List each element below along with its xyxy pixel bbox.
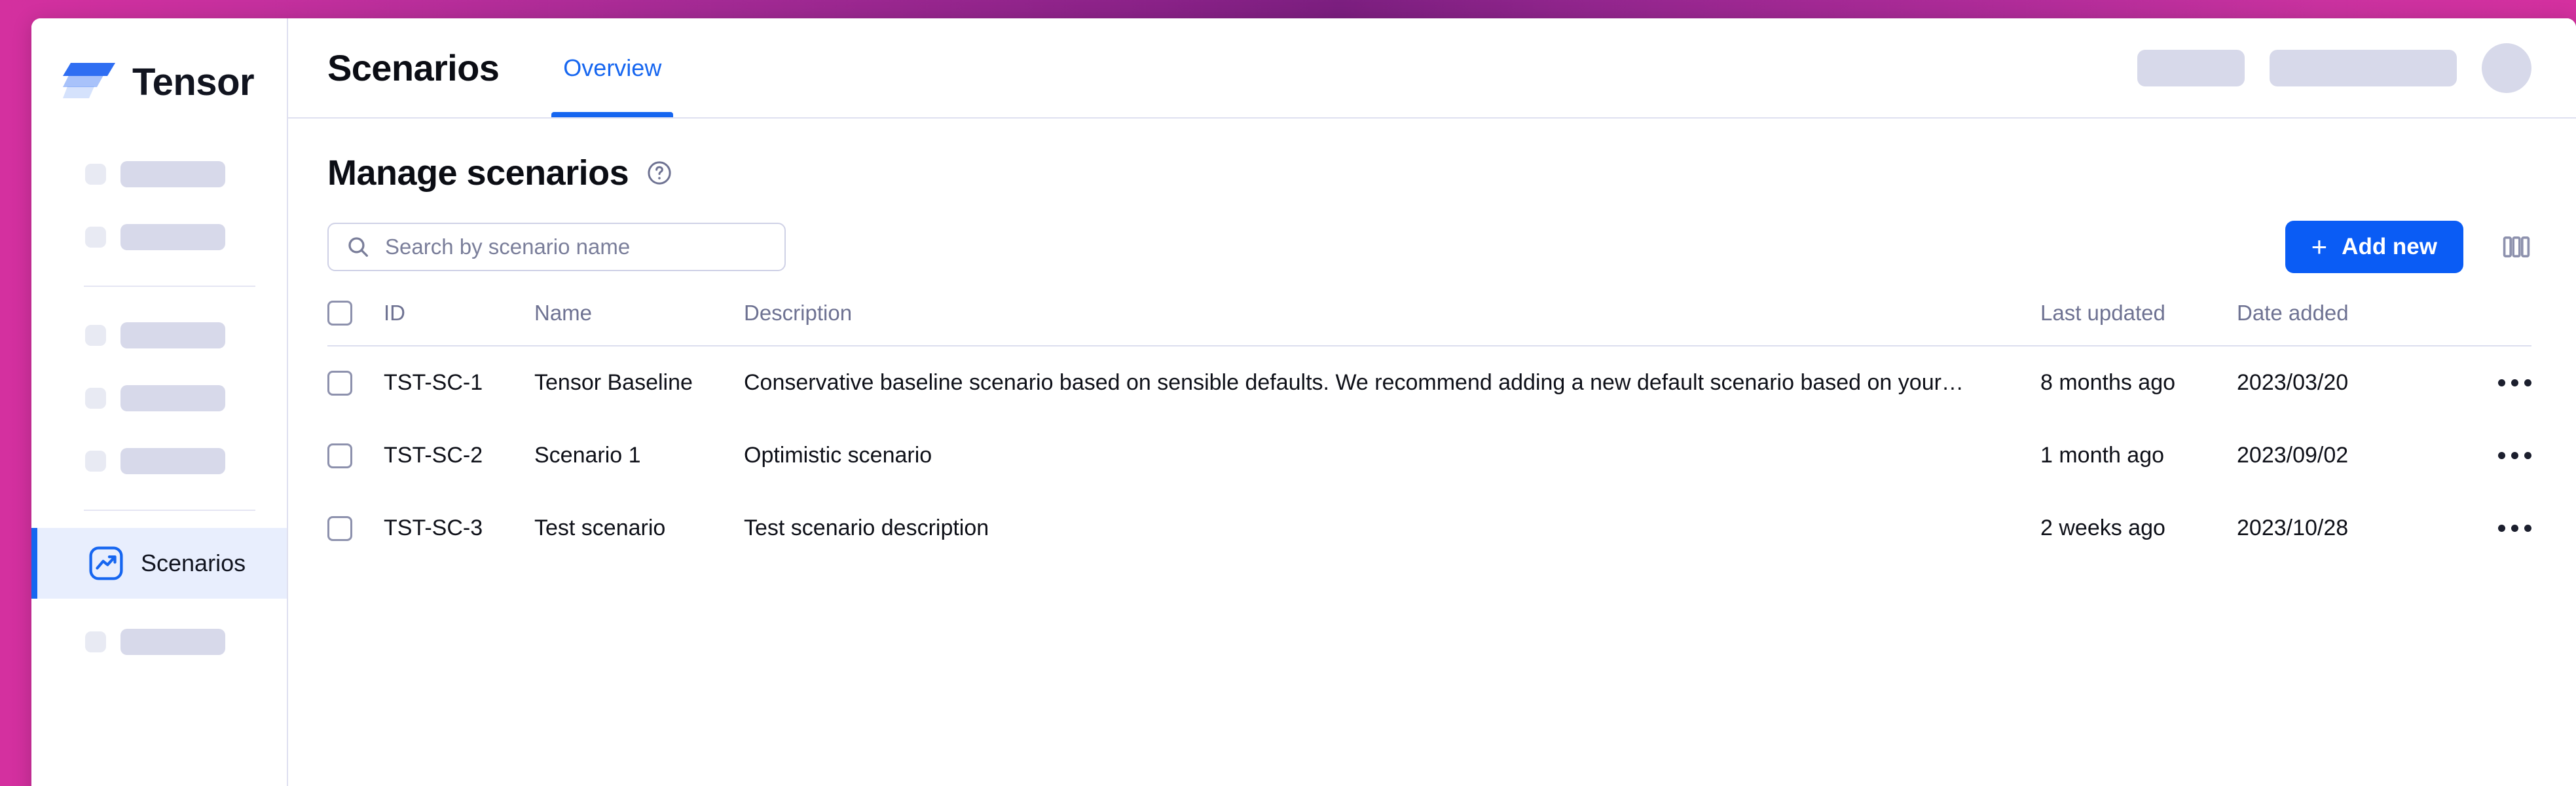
row-checkbox[interactable] — [327, 443, 352, 468]
cell-last-updated: 1 month ago — [2040, 443, 2165, 468]
question-mark-circle-icon[interactable] — [646, 159, 673, 187]
placeholder-icon — [85, 451, 106, 472]
placeholder-label — [120, 161, 225, 187]
cell-name: Test scenario — [534, 515, 666, 540]
search-icon — [348, 237, 368, 257]
tab-bar: Overview — [551, 18, 674, 117]
table-toolbar: + Add new — [327, 221, 2531, 273]
sidebar-placeholder-item[interactable] — [31, 143, 287, 206]
row-checkbox[interactable] — [327, 515, 352, 541]
search-box[interactable] — [327, 223, 786, 271]
cell-last-updated: 2 weeks ago — [2040, 515, 2165, 540]
cell-id: TST-SC-1 — [384, 370, 483, 395]
sidebar-placeholder-item[interactable] — [31, 304, 287, 367]
columns-toggle-icon[interactable] — [2501, 232, 2531, 262]
cell-date-added: 2023/10/28 — [2237, 515, 2349, 540]
table-body: TST-SC-1 Tensor Baseline Conservative ba… — [327, 346, 2531, 565]
table-row[interactable]: TST-SC-2 Scenario 1 Optimistic scenario … — [327, 419, 2531, 492]
column-header-actions — [2453, 301, 2531, 346]
column-header-id[interactable]: ID — [384, 301, 534, 346]
cell-id: TST-SC-3 — [384, 515, 483, 540]
tensor-layers-logo-icon — [63, 63, 115, 98]
select-all-cell — [327, 301, 384, 346]
table-header-row: ID Name Description Last updated Date ad… — [327, 301, 2531, 346]
placeholder-label — [120, 385, 225, 411]
sidebar-item-scenarios[interactable]: Scenarios — [31, 528, 287, 599]
cell-description: Conservative baseline scenario based on … — [744, 370, 1964, 395]
column-header-last-updated[interactable]: Last updated — [2040, 301, 2237, 346]
topbar-placeholder-button[interactable] — [2270, 49, 2457, 86]
column-header-name[interactable]: Name — [534, 301, 744, 346]
placeholder-icon — [85, 388, 106, 409]
app-window: Tensor Scenarios Scenarios Overview Mana… — [31, 18, 2576, 786]
more-options-icon[interactable] — [2453, 525, 2531, 532]
toolbar-actions: + Add new — [2285, 221, 2531, 273]
brand[interactable]: Tensor — [31, 50, 287, 114]
avatar[interactable] — [2482, 43, 2531, 93]
table-row[interactable]: TST-SC-1 Tensor Baseline Conservative ba… — [327, 346, 2531, 419]
cell-id: TST-SC-2 — [384, 443, 483, 468]
content-area: Manage scenarios + — [288, 119, 2576, 786]
search-input[interactable] — [385, 234, 767, 259]
sidebar-item-label: Scenarios — [141, 550, 246, 576]
sidebar-nav-bottom — [31, 599, 287, 673]
trending-up-chart-icon — [89, 546, 123, 580]
placeholder-label — [120, 629, 225, 655]
select-all-checkbox[interactable] — [327, 301, 352, 326]
add-new-button[interactable]: + Add new — [2285, 221, 2463, 273]
sidebar-placeholder-item[interactable] — [31, 367, 287, 430]
placeholder-icon — [85, 325, 106, 346]
cell-actions — [2453, 419, 2531, 492]
table-header: ID Name Description Last updated Date ad… — [327, 301, 2531, 346]
sidebar-divider — [84, 286, 255, 287]
more-options-icon[interactable] — [2453, 452, 2531, 459]
main-area: Scenarios Overview Manage scenarios Sear… — [288, 18, 2576, 786]
cell-date-added: 2023/03/20 — [2237, 370, 2349, 395]
cell-date-added: 2023/09/02 — [2237, 443, 2349, 468]
cell-description: Optimistic scenario — [744, 443, 932, 468]
add-new-label: Add new — [2342, 234, 2437, 259]
topbar-placeholder-button[interactable] — [2137, 49, 2245, 86]
cell-name: Tensor Baseline — [534, 370, 693, 395]
table-row[interactable]: TST-SC-3 Test scenario Test scenario des… — [327, 492, 2531, 565]
column-header-date-added[interactable]: Date added — [2237, 301, 2453, 346]
sidebar: Tensor Scenarios — [31, 18, 288, 786]
sidebar-placeholder-item[interactable] — [31, 610, 287, 673]
page-heading-row: Manage scenarios — [327, 153, 2531, 193]
cell-name: Scenario 1 — [534, 443, 641, 468]
placeholder-label — [120, 448, 225, 474]
sidebar-placeholder-item[interactable] — [31, 206, 287, 269]
row-select-cell — [327, 492, 384, 565]
plus-icon: + — [2311, 231, 2328, 262]
sidebar-placeholder-item[interactable] — [31, 430, 287, 493]
placeholder-icon — [85, 631, 106, 652]
page-title: Manage scenarios — [327, 153, 629, 193]
placeholder-icon — [85, 164, 106, 185]
brand-name: Tensor — [132, 60, 255, 103]
cell-actions — [2453, 346, 2531, 419]
sidebar-divider — [84, 510, 255, 511]
more-options-icon[interactable] — [2453, 379, 2531, 386]
placeholder-icon — [85, 227, 106, 248]
placeholder-label — [120, 224, 225, 250]
cell-actions — [2453, 492, 2531, 565]
cell-last-updated: 8 months ago — [2040, 370, 2176, 395]
column-header-description[interactable]: Description — [744, 301, 2040, 346]
row-select-cell — [327, 419, 384, 492]
row-select-cell — [327, 346, 384, 419]
topbar-right-cluster — [2137, 18, 2531, 117]
cell-description: Test scenario description — [744, 515, 989, 540]
tab-overview[interactable]: Overview — [551, 18, 674, 117]
page-header-title: Scenarios — [327, 47, 500, 88]
sidebar-nav-middle — [31, 304, 287, 493]
placeholder-label — [120, 322, 225, 348]
tab-overview-label: Overview — [563, 54, 662, 81]
row-checkbox[interactable] — [327, 370, 352, 396]
top-bar: Scenarios Overview — [288, 18, 2576, 119]
scenarios-table: ID Name Description Last updated Date ad… — [327, 301, 2531, 565]
sidebar-nav-top — [31, 114, 287, 269]
